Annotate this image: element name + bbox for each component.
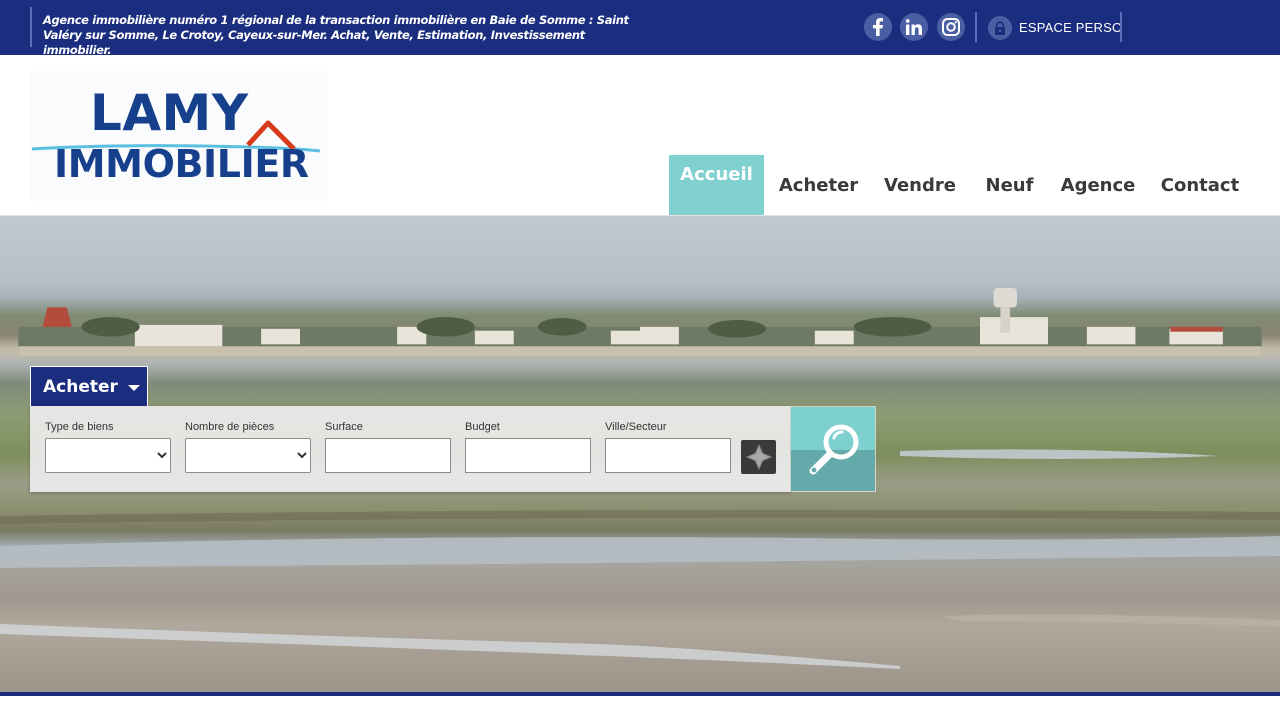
hero-bottom-border xyxy=(0,692,1280,696)
lamy-immobilier-logo[interactable]: LAMY IMMOBILIER xyxy=(30,71,328,201)
ville-secteur-input[interactable] xyxy=(605,438,731,473)
locate-icon xyxy=(745,444,772,470)
nav-acheter[interactable]: Acheter xyxy=(776,155,861,215)
nav-agence[interactable]: Agence xyxy=(1058,155,1138,215)
field-type-de-biens: Type de biens xyxy=(45,420,171,473)
logo-line-2: IMMOBILIER xyxy=(54,142,309,186)
nav-accueil[interactable]: Accueil xyxy=(669,155,764,215)
top-bar: Agence immobilière numéro 1 régional de … xyxy=(0,0,1280,57)
divider xyxy=(975,12,977,42)
divider xyxy=(1120,12,1122,42)
magnifier-icon xyxy=(809,424,859,475)
nombre-de-pieces-select[interactable] xyxy=(185,438,311,473)
nav-vendre[interactable]: Vendre xyxy=(880,155,960,215)
budget-input[interactable] xyxy=(465,438,591,473)
site-header: LAMY IMMOBILIER Accueil Acheter Vendre N… xyxy=(0,55,1280,216)
espace-perso-link[interactable]: ESPACE PERSO xyxy=(988,15,1122,40)
search-mode-dropdown[interactable]: Acheter xyxy=(30,366,148,406)
search-mode-label: Acheter xyxy=(43,376,118,397)
field-label: Budget xyxy=(465,421,500,433)
type-de-biens-select[interactable] xyxy=(45,438,171,473)
field-surface: Surface xyxy=(325,420,451,473)
field-label: Ville/Secteur xyxy=(605,421,667,433)
field-budget: Budget xyxy=(465,420,591,473)
instagram-icon[interactable] xyxy=(937,13,965,41)
property-search-panel: Type de biens Nombre de pièces Surface B… xyxy=(30,406,790,492)
search-submit-button[interactable] xyxy=(790,406,876,492)
facebook-icon[interactable] xyxy=(864,13,892,41)
surface-input[interactable] xyxy=(325,438,451,473)
field-ville-secteur: Ville/Secteur xyxy=(605,420,731,473)
field-nombre-de-pieces: Nombre de pièces xyxy=(185,420,311,473)
divider xyxy=(30,7,32,47)
locate-button[interactable] xyxy=(741,440,776,474)
linkedin-icon[interactable] xyxy=(900,13,928,41)
espace-perso-label: ESPACE PERSO xyxy=(1019,20,1123,35)
field-label: Nombre de pièces xyxy=(185,421,275,433)
agency-tagline: Agence immobilière numéro 1 régional de … xyxy=(43,13,629,57)
field-label: Type de biens xyxy=(45,421,114,433)
nav-contact[interactable]: Contact xyxy=(1157,155,1243,215)
nav-neuf[interactable]: Neuf xyxy=(982,155,1037,215)
field-label: Surface xyxy=(325,421,363,433)
lock-icon xyxy=(988,15,1012,40)
caret-down-icon xyxy=(127,384,140,391)
